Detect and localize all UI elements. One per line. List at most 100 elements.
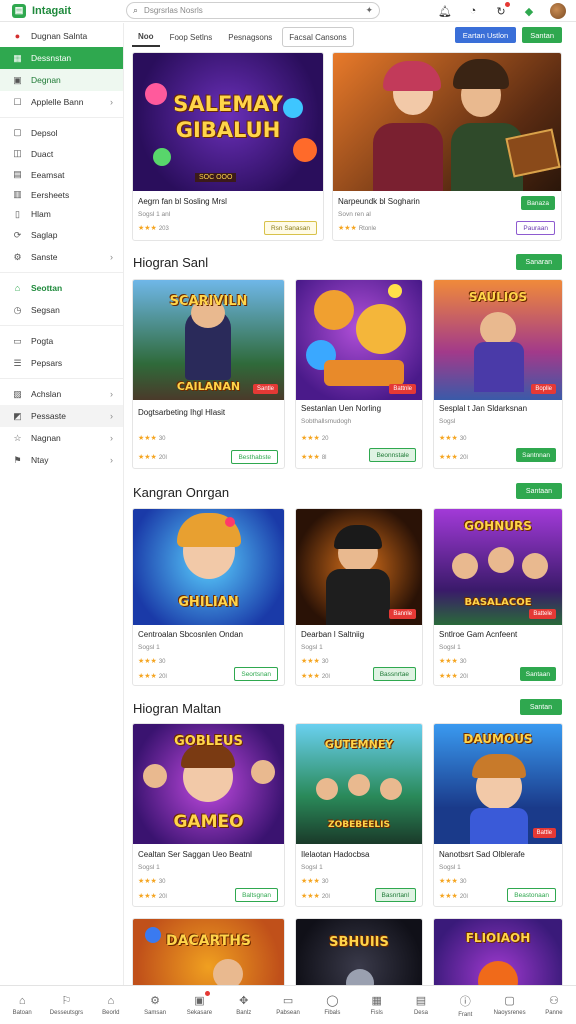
rating-stars-secondary: ★★★ 20l bbox=[439, 672, 468, 680]
bottom-nav-item-11[interactable]: ▢ Naoysrenes bbox=[487, 986, 531, 1024]
card-action-button[interactable]: Santaan bbox=[519, 667, 556, 681]
game-art-title: GOHNURS bbox=[464, 519, 532, 533]
notification-dot bbox=[505, 2, 510, 7]
tab-1[interactable]: Foop Setlns bbox=[164, 27, 219, 47]
tab-0[interactable]: Noo bbox=[132, 27, 160, 47]
game-art-subtitle: BASALACOE bbox=[464, 597, 532, 608]
bottom-nav-item-2[interactable]: ⌂ Beorld bbox=[89, 986, 133, 1024]
featured-card-0[interactable]: SALEMAY GIBALUH SOC OOO Aegrn fan bl Sos… bbox=[132, 52, 324, 241]
bottom-nav-item-6[interactable]: ▭ Pabsean bbox=[266, 986, 310, 1024]
rating-count: 20l bbox=[158, 674, 167, 680]
rating-value: ★★★ bbox=[439, 893, 458, 900]
rating-count: 20l bbox=[158, 455, 167, 461]
tab-2[interactable]: Pesnagsons bbox=[222, 27, 278, 47]
game-card[interactable]: SBHUIIS bbox=[295, 918, 423, 985]
sidebar-item-16[interactable]: ◩ Pessaste › bbox=[0, 405, 123, 427]
card-action-button[interactable]: Santnnan bbox=[516, 448, 556, 462]
status-badge: Santle bbox=[252, 384, 278, 394]
game-card[interactable]: SCARIVILN CAILANAN Santle Dogtsarbeting … bbox=[132, 279, 285, 469]
search-icon: ⌕ bbox=[133, 5, 139, 15]
shield-icon[interactable]: ◆ bbox=[522, 4, 536, 18]
bottom-nav-item-10[interactable]: ⓘ Frant bbox=[443, 986, 487, 1024]
card-action-button[interactable]: Banaza bbox=[520, 196, 555, 210]
bottom-nav-item-12[interactable]: ⚇ Panne bbox=[532, 986, 576, 1024]
app-title: Intagait bbox=[32, 4, 72, 17]
sidebar-item-4[interactable]: ▢ Depsol bbox=[0, 122, 123, 143]
rating-count: 30 bbox=[459, 659, 467, 665]
search-input[interactable]: ⌕ Dsgrsrlas Nosrls ✦ bbox=[126, 2, 380, 19]
bottom-nav-item-9[interactable]: ▤ Desa bbox=[399, 986, 443, 1024]
card-subtitle: Sogsl 1 bbox=[301, 864, 323, 871]
sidebar-item-14[interactable]: ☰ Pepsars bbox=[0, 352, 123, 374]
refresh-icon[interactable]: ↻ bbox=[494, 2, 510, 18]
rating-stars-secondary: ★★★ 20l bbox=[138, 672, 167, 680]
sidebar-item-11[interactable]: ⌂ Seottan bbox=[0, 277, 123, 299]
tab-bar: Noo Foop Setlns Pesnagsons Facsal Canson… bbox=[132, 27, 354, 47]
bottom-nav-item-1[interactable]: ⚐ Desseutsgrs bbox=[44, 986, 88, 1024]
game-thumbnail: Battnle bbox=[296, 280, 422, 400]
secondary-header-button[interactable]: Santan bbox=[522, 27, 562, 43]
game-card[interactable]: DACARTHS bbox=[132, 918, 285, 985]
bottom-nav-item-3[interactable]: ⚙ Samsan bbox=[133, 986, 177, 1024]
sidebar-item-7[interactable]: ▥ Eersheets bbox=[0, 185, 123, 204]
sidebar-item-10[interactable]: ⚙ Sanste › bbox=[0, 246, 123, 268]
card-action-button[interactable]: Beastonaan bbox=[507, 888, 556, 902]
sidebar-item-13[interactable]: ▭ Pogta bbox=[0, 330, 123, 352]
sidebar-item-5[interactable]: ◫ Duact bbox=[0, 143, 123, 164]
avatar[interactable] bbox=[550, 3, 566, 19]
game-thumbnail: SALEMAY GIBALUH SOC OOO bbox=[133, 53, 323, 191]
tab-3[interactable]: Facsal Cansons bbox=[282, 27, 354, 47]
card-action-button[interactable]: Seortsnan bbox=[234, 667, 278, 681]
sidebar-item-3[interactable]: ☐ Applelle Bann › bbox=[0, 91, 123, 113]
sidebar-item-9[interactable]: ⟳ Saglap bbox=[0, 224, 123, 246]
game-art-title: SALEMAY GIBALUH bbox=[173, 92, 283, 142]
sidebar-item-8[interactable]: ▯ Hlam bbox=[0, 204, 123, 224]
game-card[interactable]: GUTEMNEY ZOBEBEELIS Ilelaotan Hadocbsa S… bbox=[295, 723, 423, 907]
section-button[interactable]: Santan bbox=[519, 699, 562, 715]
card-action-button[interactable]: Basnrtanl bbox=[374, 888, 416, 902]
game-card[interactable]: Bannle Dearban l Saltniig Sogsl 1 ★★★ 30 … bbox=[295, 508, 423, 686]
game-card[interactable]: DAUMOUS Battle Nanotbsrt Sad Olblerafe S… bbox=[433, 723, 563, 907]
section-button[interactable]: Sanaran bbox=[515, 254, 562, 270]
sidebar-item-15[interactable]: ▨ Achslan › bbox=[0, 383, 123, 405]
rating-count: 30 bbox=[321, 879, 329, 885]
sparkle-icon[interactable]: ✦ bbox=[365, 5, 373, 16]
sidebar-item-2[interactable]: ▣ Degnan bbox=[0, 69, 123, 91]
sidebar-item-label: Pessaste bbox=[31, 411, 66, 421]
bottom-nav-item-7[interactable]: ◯ Fibals bbox=[310, 986, 354, 1024]
featured-card-1[interactable]: Narpeundk bl Sogharin Sovn ren al ★★★ Rto… bbox=[332, 52, 562, 241]
app-logo[interactable]: ▤ Intagait bbox=[0, 3, 126, 18]
sidebar-item-17[interactable]: ☆ Nagnan › bbox=[0, 427, 123, 449]
sidebar-item-18[interactable]: ⚑ Ntay › bbox=[0, 449, 123, 471]
sidebar-item-6[interactable]: ▤ Eeamsat bbox=[0, 164, 123, 185]
sidebar-item-0[interactable]: ● Dugnan Salnta bbox=[0, 25, 123, 47]
game-card[interactable]: Battnle Sestanlan Uen Norling Sobthallsm… bbox=[295, 279, 423, 469]
sidebar-item-label: Sanste bbox=[31, 252, 58, 262]
card-action-button[interactable]: Beonnstale bbox=[369, 448, 416, 462]
game-card[interactable]: GOBLEUS GAMEO Cealtan Ser Saggan Ueo Bea… bbox=[132, 723, 285, 907]
bottom-nav-item-0[interactable]: ⌂ Batoan bbox=[0, 986, 44, 1024]
bottom-nav-label: Banlz bbox=[236, 1010, 252, 1016]
bottom-nav-item-4[interactable]: ▣ Sekasare bbox=[177, 986, 221, 1024]
card-action-button[interactable]: Rsn Sanasan bbox=[263, 221, 317, 235]
game-art-title: SAULIOS bbox=[468, 290, 528, 304]
bell-icon[interactable]: 🔔︎ bbox=[438, 4, 452, 18]
card-secondary-button[interactable]: Pauraan bbox=[516, 221, 555, 235]
section-button[interactable]: Santaan bbox=[515, 483, 562, 499]
card-action-button[interactable]: Besthabste bbox=[231, 450, 278, 464]
card-action-button[interactable]: Baltsgnan bbox=[235, 888, 278, 902]
primary-header-button[interactable]: Eartan Ustlon bbox=[454, 27, 517, 43]
game-thumbnail: GOBLEUS GAMEO bbox=[133, 724, 284, 844]
game-card[interactable]: GHILIAN Centroalan Sbcosnlen Ondan Sogsl… bbox=[132, 508, 285, 686]
game-card[interactable]: FLIOIAOH bbox=[433, 918, 563, 985]
game-card[interactable]: SAULIOS Boplle Sesplal t Jan Sldarksnan … bbox=[433, 279, 563, 469]
bottom-nav-item-8[interactable]: ▦ Fisls bbox=[355, 986, 399, 1024]
bottom-nav-item-5[interactable]: ✥ Banlz bbox=[222, 986, 266, 1024]
sidebar-item-12[interactable]: ◷ Segsan bbox=[0, 299, 123, 321]
card-action-button[interactable]: Bassnrtae bbox=[372, 667, 416, 681]
game-card[interactable]: GOHNURS BASALACOE Battele Sntlroe Gam Ac… bbox=[433, 508, 563, 686]
rating-count: 20l bbox=[321, 894, 330, 900]
sidebar-item-label: Ntay bbox=[31, 455, 49, 465]
sidebar-item-1[interactable]: ▦ Dessnstan bbox=[0, 47, 123, 69]
clock-icon[interactable]: ◔ bbox=[466, 4, 480, 18]
